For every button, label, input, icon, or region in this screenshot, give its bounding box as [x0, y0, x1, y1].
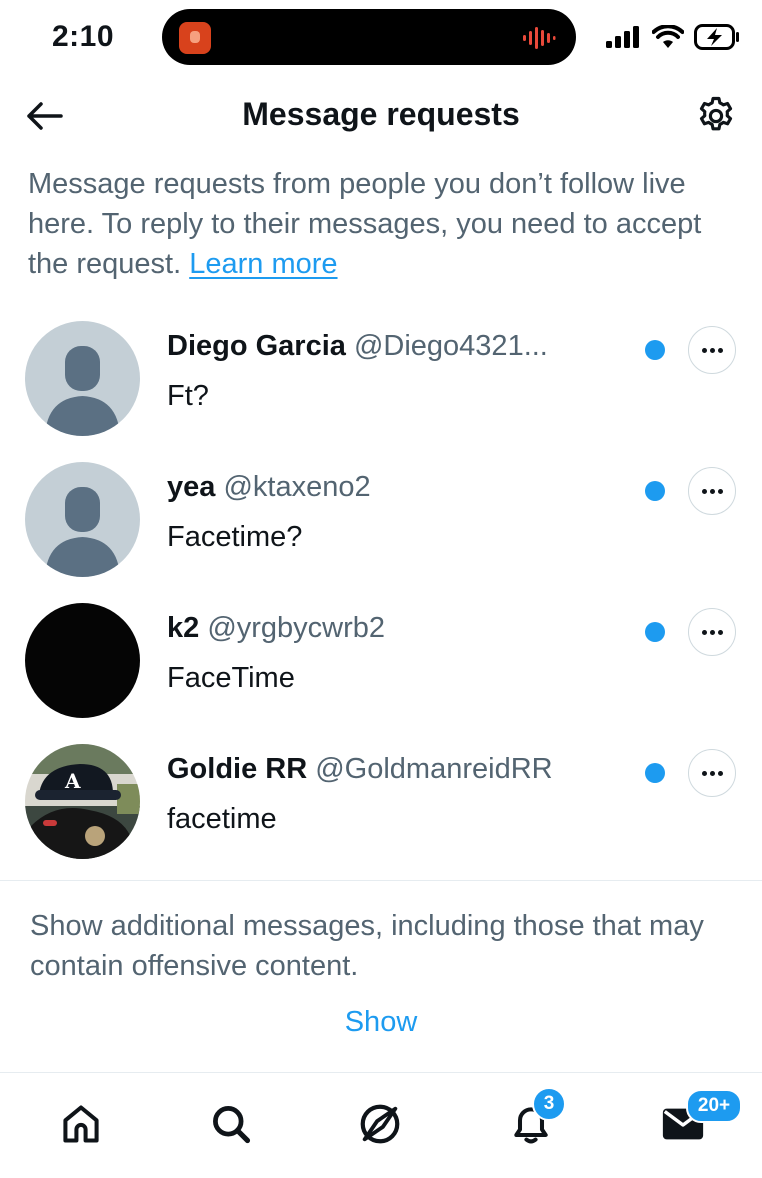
default-avatar-icon: [25, 462, 140, 577]
more-dot: [701, 488, 707, 494]
default-avatar-icon: [25, 321, 140, 436]
page-title: Message requests: [242, 96, 520, 132]
show-button[interactable]: Show: [0, 1006, 762, 1039]
avatar[interactable]: [25, 321, 140, 436]
request-row[interactable]: k2 @yrgbycwrb2 FaceTime: [0, 602, 762, 743]
more-options-button[interactable]: [688, 608, 736, 656]
nav-notifications[interactable]: 3: [506, 1087, 566, 1149]
message-preview: Facetime?: [167, 521, 303, 553]
more-dot: [701, 770, 707, 776]
nav-explore[interactable]: [355, 1099, 405, 1149]
status-time: 2:10: [52, 20, 115, 53]
sender-handle: @ktaxeno2: [223, 471, 371, 503]
more-dot: [709, 488, 715, 494]
more-dot: [717, 347, 723, 353]
learn-more-link[interactable]: Learn more: [189, 248, 337, 280]
intro-description: Message requests from people you don’t f…: [28, 168, 702, 280]
more-dot: [701, 347, 707, 353]
request-text: k2 @yrgbycwrb2 FaceTime: [167, 610, 627, 696]
unread-indicator: [645, 340, 665, 360]
sender-name: yea: [167, 471, 216, 503]
app-icon: [179, 22, 211, 54]
unread-indicator: [645, 622, 665, 642]
nav-messages[interactable]: 20+: [658, 1089, 742, 1149]
sender-handle: @GoldmanreidRR: [315, 753, 553, 785]
gear-icon: [699, 96, 733, 131]
cellular-signal-icon: [606, 26, 639, 48]
more-options-button[interactable]: [688, 749, 736, 797]
request-header: yea @ktaxeno2: [167, 469, 627, 505]
intro-text: Message requests from people you don’t f…: [28, 164, 718, 284]
notification-badge: 3: [532, 1087, 566, 1121]
more-dot: [717, 629, 723, 635]
more-dot: [709, 770, 715, 776]
messages-badge: 20+: [686, 1089, 742, 1123]
message-preview: facetime: [167, 803, 277, 835]
unread-indicator: [645, 763, 665, 783]
sender-name: k2: [167, 612, 200, 644]
request-text: Goldie RR @GoldmanreidRR facetime: [167, 751, 627, 837]
black-avatar-icon: [25, 603, 140, 718]
request-row[interactable]: Diego Garcia @Diego4321... Ft?: [0, 320, 762, 461]
svg-text:A: A: [64, 769, 81, 793]
avatar[interactable]: A: [25, 744, 140, 859]
dynamic-island: [162, 9, 576, 65]
settings-button[interactable]: [692, 92, 740, 140]
divider: [0, 880, 762, 881]
sender-name: Diego Garcia: [167, 330, 346, 362]
status-indicators: [606, 22, 740, 52]
request-header: Goldie RR @GoldmanreidRR: [167, 751, 627, 787]
more-dot: [701, 629, 707, 635]
search-icon: [213, 1106, 251, 1144]
photo-avatar-icon: A: [25, 744, 140, 859]
request-header: Diego Garcia @Diego4321...: [167, 328, 627, 364]
sender-handle: @yrgbycwrb2: [207, 612, 386, 644]
avatar[interactable]: [25, 603, 140, 718]
status-bar: 2:10: [0, 0, 762, 80]
nav-home[interactable]: [56, 1099, 106, 1149]
wifi-icon: [652, 25, 684, 48]
request-text: yea @ktaxeno2 Facetime?: [167, 469, 627, 555]
sender-handle: @Diego4321...: [353, 330, 548, 362]
request-text: Diego Garcia @Diego4321... Ft?: [167, 328, 627, 414]
sender-name: Goldie RR: [167, 753, 308, 785]
more-dot: [717, 488, 723, 494]
more-options-button[interactable]: [688, 467, 736, 515]
nav-search[interactable]: [206, 1099, 256, 1149]
message-preview: FaceTime: [167, 662, 295, 694]
request-header: k2 @yrgbycwrb2: [167, 610, 627, 646]
message-preview: Ft?: [167, 380, 209, 412]
more-dot: [717, 770, 723, 776]
more-options-button[interactable]: [688, 326, 736, 374]
more-dot: [709, 629, 715, 635]
audio-wave-icon: [523, 27, 556, 49]
explore-icon: [360, 1104, 400, 1144]
additional-messages-text: Show additional messages, including thos…: [30, 910, 704, 982]
request-list: Diego Garcia @Diego4321... Ft? yea @ktax…: [0, 320, 762, 884]
unread-indicator: [645, 481, 665, 501]
request-row[interactable]: A Goldie RR @GoldmanreidRR facetime: [0, 743, 762, 884]
battery-charging-icon: [694, 24, 739, 50]
avatar[interactable]: [25, 462, 140, 577]
header: Message requests: [0, 80, 762, 150]
more-dot: [709, 347, 715, 353]
home-icon: [63, 1105, 99, 1143]
request-row[interactable]: yea @ktaxeno2 Facetime?: [0, 461, 762, 602]
bottom-nav: 3 20+: [0, 1072, 762, 1178]
